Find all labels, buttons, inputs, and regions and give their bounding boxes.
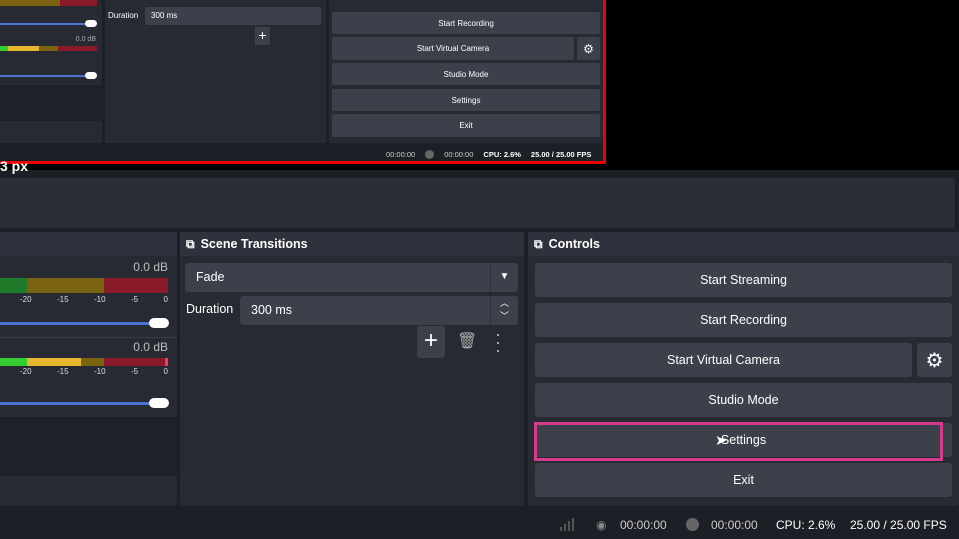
- volume-slider-handle[interactable]: [149, 398, 169, 408]
- preview-start-recording: Start Recording: [332, 12, 600, 34]
- record-time: 00:00:00: [711, 518, 758, 532]
- preview-status-bar: 00:00:00 00:00:00 CPU: 2.6% 25.00 / 25.0…: [386, 150, 591, 159]
- volume-slider[interactable]: [0, 402, 155, 405]
- start-virtual-camera-button[interactable]: Start Virtual Camera: [535, 343, 912, 377]
- transition-selected: Fade: [196, 270, 225, 284]
- preview-exit: Exit: [332, 114, 600, 137]
- volume-slider-handle[interactable]: [149, 318, 169, 328]
- transition-select[interactable]: Fade ▼: [185, 263, 518, 292]
- fps: 25.00 / 25.00 FPS: [850, 518, 947, 532]
- preview-gear-icon: ⚙: [577, 37, 600, 60]
- preview-start-virtual-camera: Start Virtual Camera: [332, 37, 574, 60]
- preview-stream-time: 00:00:00: [386, 150, 416, 159]
- audio-mixer-panel: 0.0 dB -20 -15 -10 -5 0 0.0 dB -20 -15 -10 -5 0: [0, 232, 177, 506]
- mouse-cursor-icon: ➤: [715, 432, 727, 448]
- toolbar-strip: [0, 178, 955, 228]
- preview-frame: 0.0 dB Duration 300 ms + Start Recording…: [0, 0, 606, 164]
- record-icon: [686, 518, 699, 531]
- signal-icon: [560, 517, 576, 531]
- panel-title: Controls: [548, 237, 600, 251]
- spinner-icon[interactable]: ︿ ﹀: [490, 296, 518, 325]
- preview-add-icon: +: [255, 27, 270, 45]
- start-recording-button[interactable]: Start Recording: [535, 303, 952, 337]
- track-db: 0.0 dB: [133, 340, 168, 354]
- track-db: 0.0 dB: [133, 260, 168, 274]
- preview-db: 0.0 dB: [75, 36, 96, 43]
- exit-button[interactable]: Exit: [535, 463, 952, 497]
- start-streaming-button[interactable]: Start Streaming: [535, 263, 952, 297]
- preview-area: 0.0 dB Duration 300 ms + Start Recording…: [0, 0, 959, 174]
- volume-slider[interactable]: [0, 322, 155, 325]
- stream-time: 00:00:00: [620, 518, 667, 532]
- preview-settings: Settings: [332, 89, 600, 111]
- add-transition-button[interactable]: +: [417, 326, 445, 358]
- studio-mode-button[interactable]: Studio Mode: [535, 383, 952, 417]
- preview-rec-time: 00:00:00: [444, 150, 474, 159]
- settings-highlight: [534, 422, 943, 461]
- scene-transitions-panel: ⧉ Scene Transitions Fade ▼ Duration 300 m…: [180, 232, 524, 506]
- preview-duration-value: 300 ms: [145, 7, 321, 25]
- preview-size-label: 3 px: [0, 158, 29, 174]
- preview-fps: 25.00 / 25.00 FPS: [530, 150, 592, 159]
- preview-studio-mode: Studio Mode: [332, 63, 600, 85]
- more-options-icon[interactable]: · · ·: [495, 325, 501, 359]
- preview-duration-label: Duration: [108, 11, 139, 20]
- cpu-usage: CPU: 2.6%: [776, 518, 836, 532]
- duration-value: 300 ms: [251, 303, 292, 317]
- volume-meter: [0, 278, 168, 293]
- chevron-down-icon: ▼: [490, 263, 518, 292]
- dock-icon: ⧉: [534, 236, 543, 251]
- preview-cpu: CPU: 2.6%: [483, 150, 521, 159]
- dock-icon: ⧉: [186, 236, 195, 251]
- volume-meter: [0, 358, 168, 366]
- virtual-camera-settings-button[interactable]: ⚙: [917, 343, 952, 377]
- stream-icon: ◉: [596, 518, 607, 532]
- panel-title: Scene Transitions: [200, 237, 308, 251]
- trash-icon[interactable]: 🗑: [457, 331, 477, 351]
- gear-icon: ⚙: [925, 349, 944, 372]
- duration-input[interactable]: 300 ms ︿ ﹀: [240, 296, 518, 325]
- duration-label: Duration: [186, 302, 234, 316]
